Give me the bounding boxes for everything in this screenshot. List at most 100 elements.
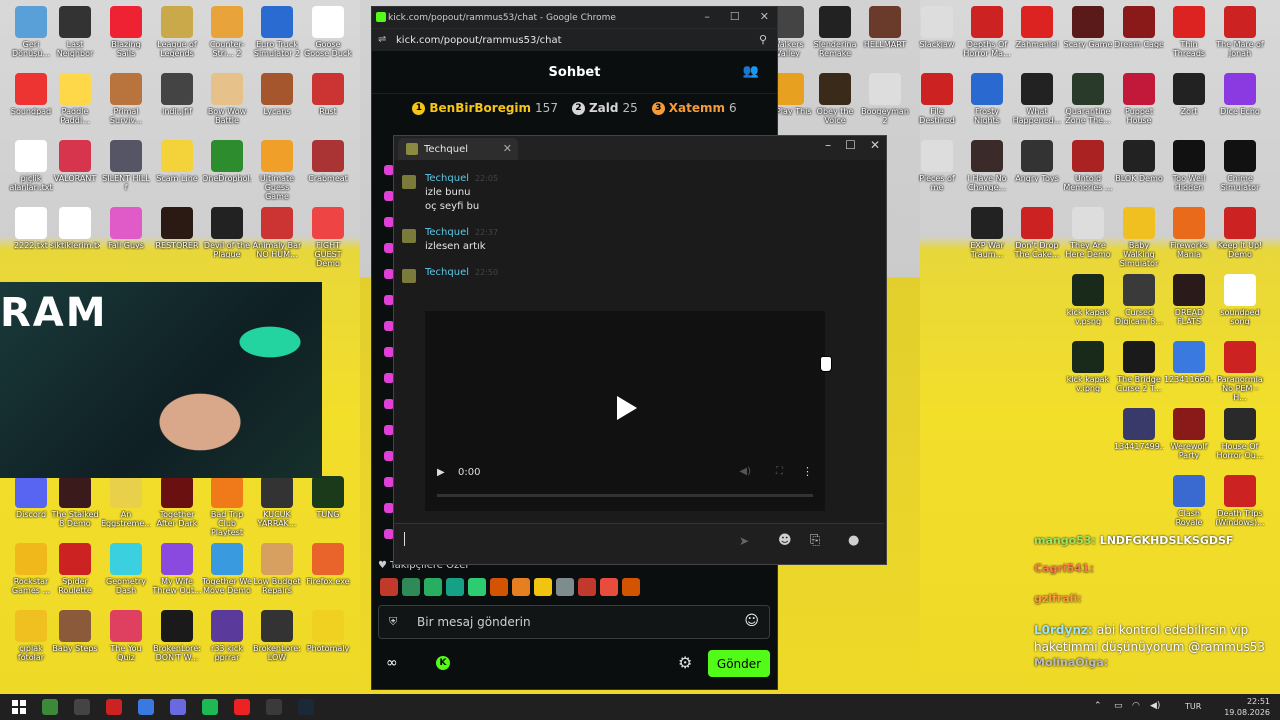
desktop-icon[interactable]: SILENT HILL f [101, 140, 151, 192]
desktop-icon[interactable]: Together We Move Demo [202, 543, 252, 595]
more-options-icon[interactable]: ⋮ [802, 465, 813, 478]
desktop-icon[interactable]: kick kapak v.psng [1063, 274, 1113, 326]
emote[interactable] [534, 578, 552, 596]
desktop-icon[interactable]: Too Well Hidden [1164, 140, 1214, 192]
desktop-icon[interactable]: BLOK Demo [1114, 140, 1164, 183]
zoom-icon[interactable]: ⚲ [759, 33, 767, 46]
desktop-icon[interactable]: Paddle Paddl... [50, 73, 100, 125]
desktop-icon[interactable]: File Destined [912, 73, 962, 125]
taskbar-app-icon[interactable] [138, 699, 154, 715]
send-icon[interactable]: ➤ [739, 534, 749, 548]
desktop-icon[interactable]: Bad Trip Club Playtest [202, 476, 252, 537]
desktop-icon[interactable]: Pieces of me [912, 140, 962, 192]
video-progress-bar[interactable] [437, 494, 813, 497]
desktop-icon[interactable]: Untold Memories ... [1063, 140, 1113, 192]
desktop-icon[interactable]: 134417499... [1114, 408, 1164, 451]
desktop-icon[interactable]: The You Quiz [101, 610, 151, 662]
popup-titlebar[interactable]: Techquel ✕ – ☐ ✕ [394, 136, 886, 160]
desktop-icon[interactable]: HELLMART [860, 6, 910, 49]
maximize-icon[interactable]: ☐ [845, 138, 856, 152]
desktop-icon[interactable]: 2222.txt [6, 207, 56, 250]
taskbar-app-icon[interactable] [234, 699, 250, 715]
desktop-icon[interactable]: Bow Wow Battle [202, 73, 252, 125]
desktop-icon[interactable]: An Eggstreme... [101, 476, 151, 528]
close-icon[interactable]: ✕ [870, 138, 880, 152]
chrome-titlebar[interactable]: kick.com/popout/rammus53/chat - Google C… [372, 7, 777, 28]
message-author[interactable]: Techquel 22:37 [425, 227, 498, 238]
desktop-icon[interactable]: OneDrophol... [202, 140, 252, 183]
desktop-icon[interactable]: Discord [6, 476, 56, 519]
desktop-icon[interactable]: soundped song [1215, 274, 1265, 326]
desktop-icon[interactable]: Goose Goose Duck [303, 6, 353, 58]
desktop-icon[interactable]: KUCUK YARRAK... [252, 476, 302, 528]
emote[interactable] [380, 578, 398, 596]
desktop-icon[interactable]: Depths Of Horror Ma... [962, 6, 1012, 58]
desktop-icon[interactable]: Baby Walking Simulator [1114, 207, 1164, 268]
desktop-icon[interactable]: kick kapak v.ipng [1063, 341, 1113, 393]
emote[interactable] [578, 578, 596, 596]
desktop-icon[interactable]: TUNG [303, 476, 353, 519]
desktop-icon[interactable]: The Stalked 8 Demo [50, 476, 100, 528]
desktop-icon[interactable]: Scam Line [152, 140, 202, 183]
desktop-icon[interactable]: House Of Horror Ou... [1215, 408, 1265, 460]
desktop-icon[interactable]: Euro Truck Simulator 2 [252, 6, 302, 58]
desktop-icon[interactable]: indir.jfif [152, 73, 202, 116]
leaderboard-entry[interactable]: 2 Zald 25 [571, 101, 638, 115]
desktop-icon[interactable]: Geometry Dash [101, 543, 151, 595]
desktop-icon[interactable]: 123411660... [1164, 341, 1214, 384]
attach-icon[interactable]: ⎘ [810, 533, 820, 548]
desktop-icon[interactable]: piçlik alanları.txt [6, 140, 56, 192]
taskbar-app-icon[interactable] [266, 699, 282, 715]
desktop-icon[interactable]: Lycans [252, 73, 302, 116]
desktop-icon[interactable]: Thin Threads [1164, 6, 1214, 58]
desktop-icon[interactable]: Low Budget Repairs [252, 543, 302, 595]
desktop-icon[interactable]: Together After Dark [152, 476, 202, 528]
desktop-icon[interactable]: Rockstar Games ... [6, 543, 56, 595]
desktop-icon[interactable]: The Mare of Jonah [1215, 6, 1265, 58]
desktop-icon[interactable]: Crabmeat [303, 140, 353, 183]
desktop-icon[interactable]: Zahmanlel [1012, 6, 1062, 49]
language-indicator[interactable]: TUR [1185, 702, 1201, 711]
desktop-icon[interactable]: Geri Dönüşü... [6, 6, 56, 58]
desktop-icon[interactable]: Dream Cage [1114, 6, 1164, 49]
tray-overflow-icon[interactable]: ⌃ [1094, 701, 1102, 711]
mic-icon[interactable]: ● [848, 533, 859, 548]
desktop-icon[interactable]: Don't Drop The Cake... [1012, 207, 1062, 259]
play-small-icon[interactable]: ▶ [437, 467, 445, 478]
desktop-icon[interactable]: Chime Simulator [1215, 140, 1265, 192]
taskbar-app-icon[interactable] [74, 699, 90, 715]
desktop-icon[interactable]: Cursed Digicam 8... [1114, 274, 1164, 326]
taskbar-app-icon[interactable] [42, 699, 58, 715]
desktop-icon[interactable]: Zort [1164, 73, 1214, 116]
desktop-icon[interactable]: Ultimate Guess Game [252, 140, 302, 201]
emoji-picker-icon[interactable]: ☺ [744, 613, 759, 629]
desktop-icon[interactable]: BrokenLore: LOW [252, 610, 302, 662]
desktop-icon[interactable]: I Have No Change... [962, 140, 1012, 192]
desktop-icon[interactable]: Death Trips (Windows)... [1215, 475, 1265, 527]
desktop-icon[interactable]: Angry Toys [1012, 140, 1062, 183]
desktop-icon[interactable]: Firefox.exe [303, 543, 353, 586]
desktop-icon[interactable]: Spider Roulette [50, 543, 100, 595]
desktop-icon[interactable]: What Happened... [1012, 73, 1062, 125]
minimize-icon[interactable]: – [704, 10, 710, 23]
desktop-icon[interactable]: Obey the Voice [810, 73, 860, 125]
desktop-icon[interactable]: RESTORER [152, 207, 202, 250]
network-icon[interactable]: ▭ [1114, 701, 1123, 711]
desktop-icon[interactable]: VALORANT [50, 140, 100, 183]
desktop-icon[interactable]: r33 kick pprrar [202, 610, 252, 662]
desktop-icon[interactable]: Last Neighbor [50, 6, 100, 58]
users-icon[interactable]: 👥 [743, 64, 759, 79]
minimize-icon[interactable]: – [825, 138, 831, 152]
leaderboard-entry[interactable]: 1 BenBirBoregim 157 [412, 101, 558, 115]
volume-icon[interactable]: ◀) [1150, 701, 1160, 711]
desktop-icon[interactable]: Keep It Up! Demo [1215, 207, 1265, 259]
desktop-icon[interactable]: Clash Royale [1164, 475, 1214, 527]
desktop-icon[interactable]: EXP War Traum... [962, 207, 1012, 259]
maximize-icon[interactable]: ☐ [730, 10, 740, 23]
desktop-icon[interactable]: Quarantine Zone The... [1063, 73, 1113, 125]
taskbar-app-icon[interactable] [298, 699, 314, 715]
desktop-icon[interactable]: Dice Echo [1215, 73, 1265, 116]
desktop-icon[interactable]: siktiklerim.txt [50, 207, 100, 250]
desktop-icon[interactable]: Baby Steps [50, 610, 100, 653]
volume-icon[interactable]: ◀) [739, 466, 751, 477]
